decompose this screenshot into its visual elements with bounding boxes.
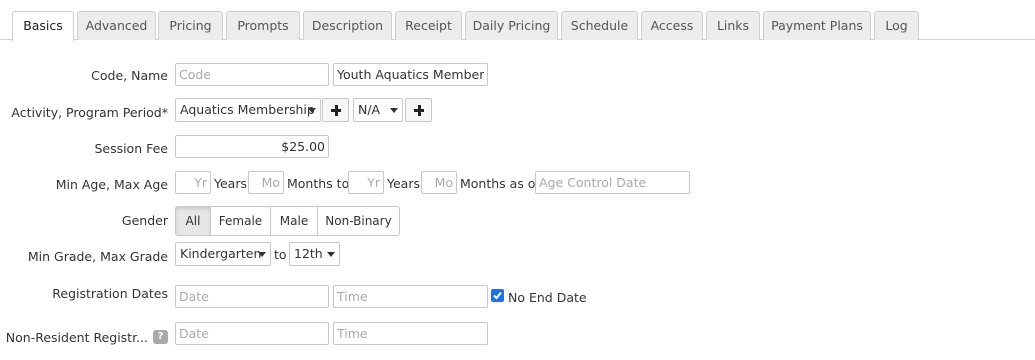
months-as-of-text: Months as of <box>460 176 540 191</box>
help-icon[interactable]: ? <box>153 330 168 344</box>
age-control-date-input[interactable] <box>535 171 690 194</box>
gender-non-binary-button[interactable]: Non-Binary <box>317 206 400 236</box>
max-age-months-input[interactable] <box>421 171 457 194</box>
tab-pricing[interactable]: Pricing <box>158 11 223 40</box>
tab-bar: Basics Advanced Pricing Prompts Descript… <box>0 0 1035 41</box>
registration-dates-label: Registration Dates <box>52 286 168 301</box>
add-activity-button[interactable] <box>322 98 349 122</box>
tab-links[interactable]: Links <box>706 11 760 40</box>
tab-payment-plans[interactable]: Payment Plans <box>763 11 871 40</box>
months-to-text: Months to <box>287 176 350 191</box>
age-label: Min Age, Max Age <box>55 177 168 192</box>
tab-prompts[interactable]: Prompts <box>226 11 300 40</box>
max-age-years-input[interactable] <box>348 171 384 194</box>
tab-access[interactable]: Access <box>641 11 703 40</box>
max-grade-value: 12th <box>294 246 323 261</box>
tab-receipt[interactable]: Receipt <box>395 11 462 40</box>
code-input[interactable] <box>175 63 329 86</box>
session-fee-input[interactable] <box>175 135 329 158</box>
registration-start-time-input[interactable] <box>333 285 488 308</box>
tab-description[interactable]: Description <box>303 11 392 40</box>
registration-start-date-input[interactable] <box>175 285 329 308</box>
min-age-years-input[interactable] <box>175 171 211 194</box>
add-program-period-button[interactable] <box>405 98 432 122</box>
years-text: Years <box>387 176 420 191</box>
name-input[interactable] <box>333 63 488 86</box>
min-age-months-input[interactable] <box>248 171 284 194</box>
no-end-date-checkbox[interactable] <box>491 289 504 302</box>
min-grade-value: Kindergarten <box>180 246 262 261</box>
no-end-date-label[interactable]: No End Date <box>508 290 587 305</box>
non-resident-time-input[interactable] <box>333 322 488 345</box>
tab-log[interactable]: Log <box>874 11 919 40</box>
activity-select-value: Aquatics Membership <box>180 102 315 117</box>
chevron-down-icon <box>258 252 266 257</box>
non-resident-registration-label: Non-Resident Registr... <box>5 330 148 345</box>
session-fee-label: Session Fee <box>94 141 168 156</box>
chevron-down-icon <box>390 108 398 113</box>
tab-advanced[interactable]: Advanced <box>77 11 156 40</box>
chevron-down-icon <box>327 252 335 257</box>
min-grade-select[interactable]: Kindergarten <box>175 242 271 266</box>
checkmark-icon <box>493 291 502 300</box>
program-period-select[interactable]: N/A <box>353 98 403 122</box>
activity-select[interactable]: Aquatics Membership <box>175 98 321 122</box>
to-text: to <box>274 247 287 262</box>
code-name-label: Code, Name <box>91 68 168 83</box>
tab-basics[interactable]: Basics <box>12 11 74 41</box>
chevron-down-icon <box>308 108 316 113</box>
gender-male-button[interactable]: Male <box>270 206 318 236</box>
tab-daily-pricing[interactable]: Daily Pricing <box>465 11 558 40</box>
gender-label: Gender <box>121 213 168 228</box>
grade-label: Min Grade, Max Grade <box>27 249 168 264</box>
years-text: Years <box>214 176 247 191</box>
program-period-value: N/A <box>358 102 381 117</box>
tab-schedule[interactable]: Schedule <box>561 11 638 40</box>
gender-all-button[interactable]: All <box>175 206 211 236</box>
activity-program-period-label: Activity, Program Period* <box>11 105 168 120</box>
gender-female-button[interactable]: Female <box>210 206 271 236</box>
max-grade-select[interactable]: 12th <box>289 242 340 266</box>
non-resident-date-input[interactable] <box>175 322 329 345</box>
